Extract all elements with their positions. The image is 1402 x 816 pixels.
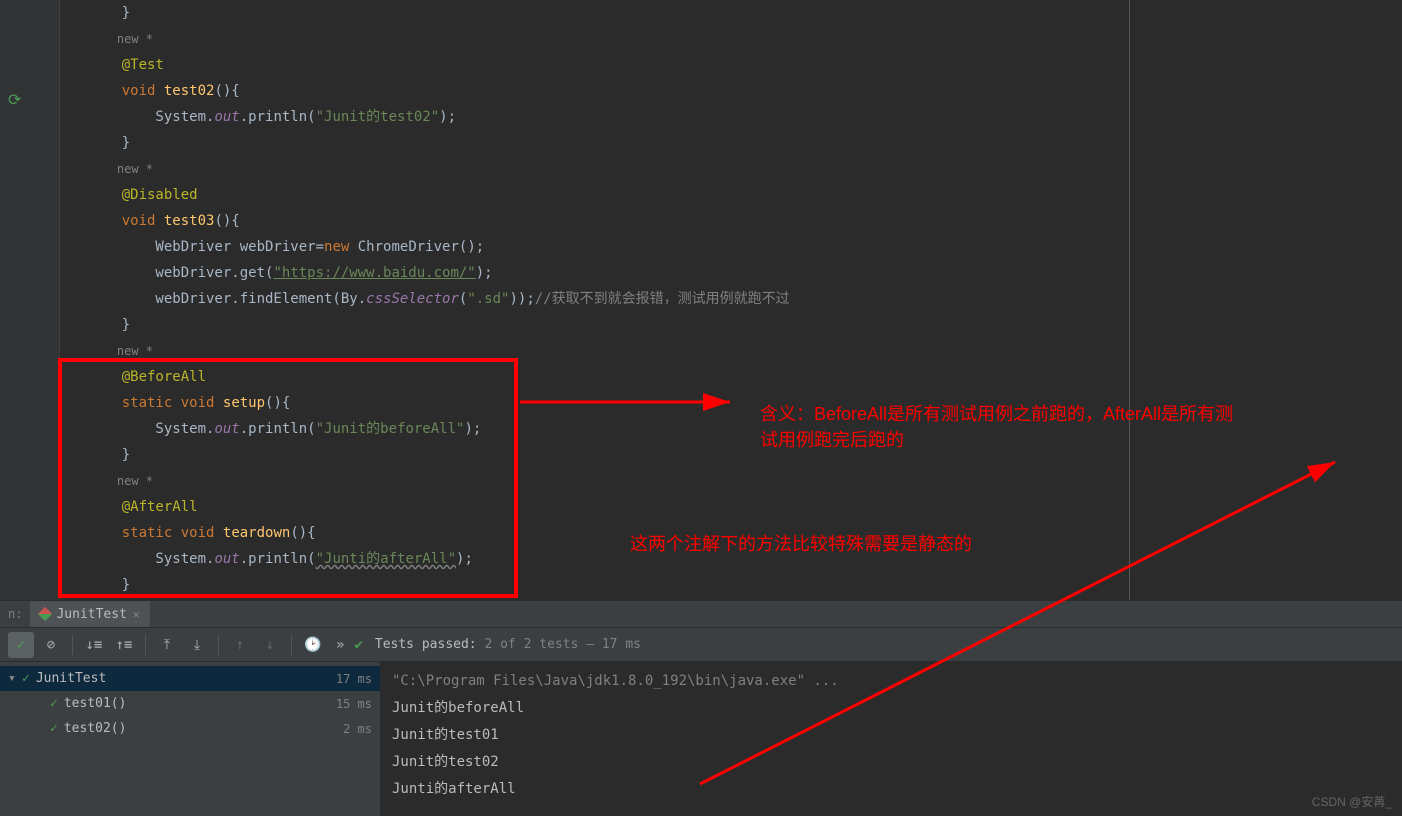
code-line: WebDriver webDriver=new ChromeDriver(); (88, 234, 1402, 260)
prev-test-button[interactable]: ↑ (227, 632, 253, 658)
console-line: "C:\Program Files\Java\jdk1.8.0_192\bin\… (392, 668, 1390, 695)
show-ignored-button[interactable]: ⊘ (38, 632, 64, 658)
results-panel: ▾ ✓ JunitTest 17 ms ✓ test01() 15 ms ✓ t… (0, 662, 1402, 816)
code-line: @Test (88, 52, 1402, 78)
code-line: webDriver.findElement(By.cssSelector(".s… (88, 286, 1402, 312)
code-line: @AfterAll (88, 494, 1402, 520)
expand-all-button[interactable]: ⤒ (154, 632, 180, 658)
code-line: } (88, 0, 1402, 26)
code-line: webDriver.get("https://www.baidu.com/"); (88, 260, 1402, 286)
test-history-button[interactable]: 🕑 (300, 632, 326, 658)
console-line: Junit的beforeAll (392, 695, 1390, 722)
inlay-hint: new * (88, 26, 1402, 52)
tree-test-item[interactable]: ✓ test02() 2 ms (0, 716, 380, 741)
collapse-all-button[interactable]: ⤓ (184, 632, 210, 658)
sort-down-button[interactable]: ↓≡ (81, 632, 107, 658)
chevron-down-icon[interactable]: ▾ (8, 671, 22, 686)
code-line: } (88, 312, 1402, 338)
test-status: Tests passed: 2 of 2 tests – 17 ms (375, 637, 641, 652)
code-line: static void teardown(){ (88, 520, 1402, 546)
gutter: ⟳ (0, 0, 60, 600)
junit-icon (38, 607, 52, 621)
pass-icon: ✓ (50, 721, 58, 736)
code-line: @BeforeAll (88, 364, 1402, 390)
run-tab-bar: n: JunitTest ✕ (0, 600, 1402, 628)
test-toolbar: ✓ ⊘ ↓≡ ↑≡ ⤒ ⤓ ↑ ↓ 🕑 » ✔ Tests passed: 2 … (0, 628, 1402, 662)
show-passed-button[interactable]: ✓ (8, 632, 34, 658)
tree-test-item[interactable]: ✓ test01() 15 ms (0, 691, 380, 716)
code-line: System.out.println("Junit的test02"); (88, 104, 1402, 130)
console-output[interactable]: "C:\Program Files\Java\jdk1.8.0_192\bin\… (380, 662, 1402, 816)
inlay-hint: new * (88, 338, 1402, 364)
tree-root[interactable]: ▾ ✓ JunitTest 17 ms (0, 666, 380, 691)
tab-prefix: n: (0, 607, 30, 621)
divider (291, 635, 292, 655)
code-editor[interactable]: ⟳ } new * @Test void test02(){ System.ou… (0, 0, 1402, 600)
watermark: CSDN @安苒_ (1312, 793, 1392, 810)
inlay-hint: new * (88, 156, 1402, 182)
code-line: } (88, 442, 1402, 468)
code-line: } (88, 572, 1402, 598)
code-content[interactable]: } new * @Test void test02(){ System.out.… (60, 0, 1402, 600)
console-line: Junit的test02 (392, 749, 1390, 776)
next-test-button[interactable]: ↓ (257, 632, 283, 658)
code-line: System.out.println("Junti的afterAll"); (88, 546, 1402, 572)
pass-icon: ✓ (50, 696, 58, 711)
test-tree[interactable]: ▾ ✓ JunitTest 17 ms ✓ test01() 15 ms ✓ t… (0, 662, 380, 816)
code-line: @Disabled (88, 182, 1402, 208)
check-icon: ✔ (354, 637, 362, 653)
close-icon[interactable]: ✕ (133, 608, 140, 621)
code-line: } (88, 130, 1402, 156)
tab-title: JunitTest (56, 607, 126, 622)
pass-icon: ✓ (22, 671, 30, 686)
refresh-run-icon[interactable]: ⟳ (8, 90, 24, 106)
run-tab[interactable]: JunitTest ✕ (30, 601, 149, 627)
console-line: Junti的afterAll (392, 776, 1390, 803)
code-line: void test02(){ (88, 78, 1402, 104)
more-button[interactable]: » (330, 637, 350, 653)
inlay-hint: new * (88, 468, 1402, 494)
sort-up-button[interactable]: ↑≡ (111, 632, 137, 658)
console-line: Junit的test01 (392, 722, 1390, 749)
divider (218, 635, 219, 655)
divider (72, 635, 73, 655)
divider (145, 635, 146, 655)
margin-guide (1129, 0, 1130, 600)
code-line: static void setup(){ (88, 390, 1402, 416)
code-line: System.out.println("Junit的beforeAll"); (88, 416, 1402, 442)
code-line: void test03(){ (88, 208, 1402, 234)
